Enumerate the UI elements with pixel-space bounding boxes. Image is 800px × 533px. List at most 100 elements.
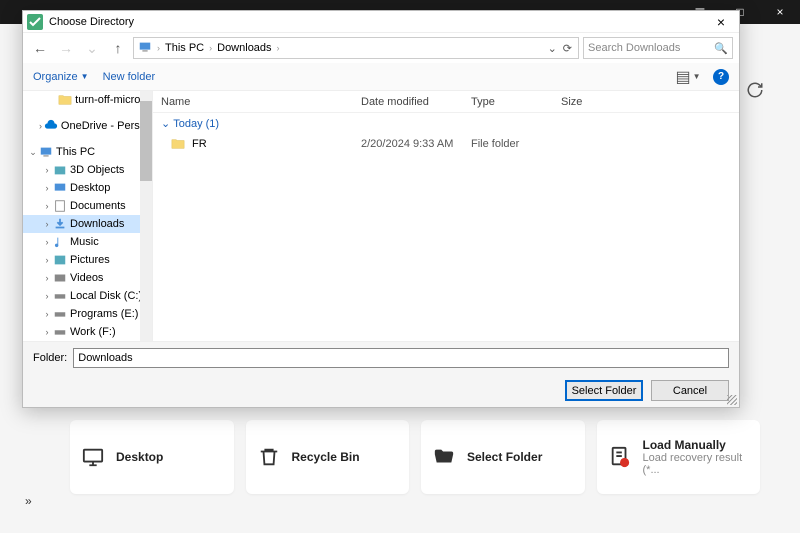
card-desktop[interactable]: Desktop: [70, 420, 234, 494]
help-button[interactable]: ?: [713, 69, 729, 85]
location-cards: Desktop Recycle Bin Select Folder Load M…: [70, 420, 760, 494]
tree-twist-icon: ›: [41, 201, 53, 211]
file-row[interactable]: FR2/20/2024 9:33 AMFile folder: [153, 134, 739, 153]
new-folder-button[interactable]: New folder: [103, 71, 156, 83]
up-button[interactable]: ↑: [107, 37, 129, 59]
tree-twist-icon: ›: [41, 273, 53, 283]
resize-grip[interactable]: [727, 395, 737, 405]
chevron-right-icon: ›: [274, 43, 283, 53]
card-title: Select Folder: [467, 450, 542, 464]
folder-icon: [171, 137, 185, 151]
cancel-button[interactable]: Cancel: [651, 380, 729, 401]
folder-open-icon: [433, 446, 455, 468]
tree-item[interactable]: › Local Disk (C:): [23, 287, 152, 305]
toolbar: Organize▼ New folder ▤▼ ?: [23, 63, 739, 91]
tree-item-label: Local Disk (C:): [70, 290, 142, 302]
tree-twist-icon: ›: [41, 237, 53, 247]
tree-item-label: OneDrive - Person: [61, 120, 152, 132]
tree-item[interactable]: › OneDrive - Person: [23, 117, 152, 135]
tree-twist-icon: ›: [41, 165, 53, 175]
pc-icon: [39, 145, 53, 159]
refresh-icon[interactable]: [745, 80, 765, 100]
tree-twist-icon: ⌄: [27, 147, 39, 158]
scrollbar-thumb[interactable]: [140, 101, 152, 181]
tree-item[interactable]: ›Pictures: [23, 251, 152, 269]
file-list: Name Date modified Type Size ⌄ Today (1)…: [153, 91, 739, 341]
tree-twist-icon: ›: [41, 183, 53, 193]
breadcrumb-segment[interactable]: This PC: [163, 42, 206, 54]
group-today[interactable]: ⌄ Today (1): [153, 113, 739, 134]
drive-icon: [53, 325, 67, 339]
tree-item-label: Desktop: [70, 182, 110, 194]
tree-item-label: Work (F:): [70, 326, 116, 338]
tree-item-label: Music: [70, 236, 99, 248]
column-type[interactable]: Type: [463, 96, 553, 108]
card-title: Load Manually: [643, 438, 749, 452]
folder-input-row: Folder:: [23, 341, 739, 374]
tree-twist-icon: ›: [41, 219, 53, 229]
sidebar-scrollbar[interactable]: [140, 91, 152, 341]
breadcrumb-segment[interactable]: Downloads: [215, 42, 273, 54]
drive-icon: [53, 289, 67, 303]
drive-icon: [53, 307, 67, 321]
chevron-right-icon: ›: [206, 43, 215, 53]
tree-item[interactable]: › Desktop: [23, 179, 152, 197]
file-date: 2/20/2024 9:33 AM: [361, 138, 471, 150]
choose-directory-dialog: Choose Directory × ← → ⌄ ↑ › This PC › D…: [22, 10, 740, 408]
folder-label: Folder:: [33, 352, 67, 364]
chevron-down-icon: ▼: [81, 72, 89, 81]
dialog-title: Choose Directory: [49, 16, 707, 28]
dialog-titlebar: Choose Directory ×: [23, 11, 739, 33]
recent-dropdown[interactable]: ⌄: [81, 37, 103, 59]
view-options-button[interactable]: ▤▼: [677, 66, 699, 88]
tree-item[interactable]: › Music: [23, 233, 152, 251]
tree-item-label: Documents: [70, 200, 126, 212]
tree-item[interactable]: ›3D Objects: [23, 161, 152, 179]
column-name[interactable]: Name: [153, 96, 353, 108]
tree-item[interactable]: turn-off-microso: [23, 91, 152, 109]
tree-item[interactable]: ›Videos: [23, 269, 152, 287]
folder-name-input[interactable]: [73, 348, 729, 368]
tree-twist-icon: ›: [37, 121, 44, 131]
tree-item[interactable]: ⌄This PC: [23, 143, 152, 161]
card-load-manually[interactable]: Load Manually Load recovery result (*...: [597, 420, 761, 494]
pc-icon: [136, 40, 154, 57]
tree-item-label: Downloads: [70, 218, 124, 230]
breadcrumb-dropdown-icon[interactable]: ⌄: [548, 42, 557, 55]
tree-item[interactable]: › Downloads: [23, 215, 152, 233]
tree-item[interactable]: › Documents: [23, 197, 152, 215]
expand-sidebar-button[interactable]: »: [25, 494, 32, 508]
desktop-icon: [82, 446, 104, 468]
app-icon: [27, 14, 43, 30]
chevron-right-icon: ›: [154, 43, 163, 53]
refresh-breadcrumb-button[interactable]: ⟳: [563, 42, 572, 55]
close-app-button[interactable]: ×: [760, 0, 800, 24]
tree-item[interactable]: ›Programs (E:): [23, 305, 152, 323]
tree-item[interactable]: ›Work (F:): [23, 323, 152, 341]
column-date[interactable]: Date modified: [353, 96, 463, 108]
back-button[interactable]: ←: [29, 37, 51, 59]
document-alert-icon: [609, 446, 631, 468]
download-icon: [53, 217, 67, 231]
navigation-row: ← → ⌄ ↑ › This PC › Downloads › ⌄ ⟳ Sear…: [23, 33, 739, 63]
breadcrumb[interactable]: › This PC › Downloads › ⌄ ⟳: [133, 37, 579, 59]
pics-icon: [53, 253, 67, 267]
chevron-down-icon: ⌄: [161, 117, 170, 130]
close-dialog-button[interactable]: ×: [707, 12, 735, 32]
search-input[interactable]: Search Downloads 🔍: [583, 37, 733, 59]
select-folder-button[interactable]: Select Folder: [565, 380, 643, 401]
video-icon: [53, 271, 67, 285]
cloud-icon: [44, 119, 58, 133]
card-title: Recycle Bin: [292, 450, 360, 464]
column-size[interactable]: Size: [553, 96, 613, 108]
forward-button[interactable]: →: [55, 37, 77, 59]
folder-icon: [58, 93, 72, 107]
organize-menu[interactable]: Organize▼: [33, 71, 89, 83]
dialog-buttons: Select Folder Cancel: [23, 374, 739, 407]
card-select-folder[interactable]: Select Folder: [421, 420, 585, 494]
card-recycle-bin[interactable]: Recycle Bin: [246, 420, 410, 494]
card-subtitle: Load recovery result (*...: [643, 452, 749, 476]
desktop-icon: [53, 181, 67, 195]
tree-twist-icon: ›: [41, 309, 53, 319]
tree-twist-icon: ›: [41, 291, 53, 301]
